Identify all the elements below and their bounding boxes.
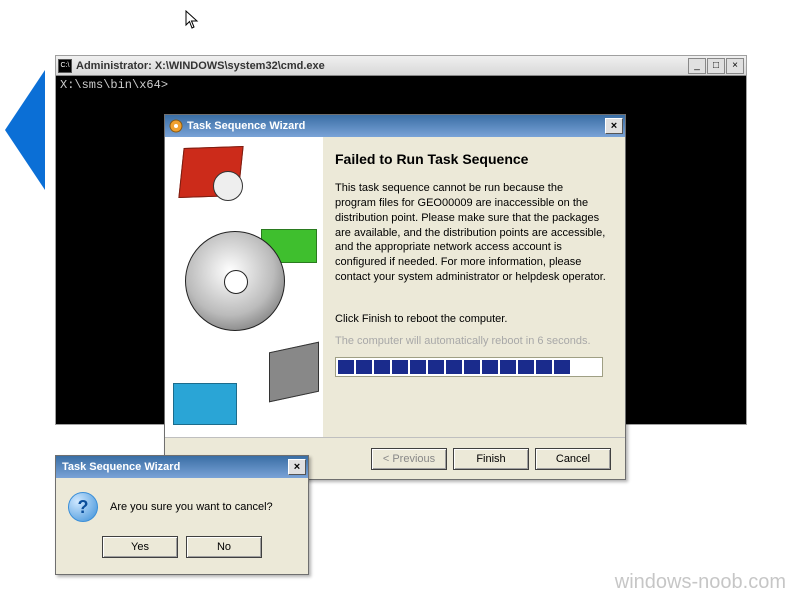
cmd-titlebar[interactable]: C:\ Administrator: X:\WINDOWS\system32\c… — [56, 56, 746, 76]
disc-icon — [185, 231, 285, 331]
wizard-close-button[interactable]: × — [605, 118, 623, 134]
finish-button[interactable]: Finish — [453, 448, 529, 470]
confirm-message: Are you sure you want to cancel? — [110, 501, 273, 513]
wizard-heading: Failed to Run Task Sequence — [335, 151, 607, 167]
mouse-cursor — [185, 10, 199, 30]
wizard-icon — [169, 119, 183, 133]
graphic-box — [269, 342, 319, 403]
confirm-title: Task Sequence Wizard — [62, 461, 288, 473]
wizard-titlebar[interactable]: Task Sequence Wizard × — [165, 115, 625, 137]
confirm-dialog: Task Sequence Wizard × ? Are you sure yo… — [55, 455, 309, 575]
wizard-content: Failed to Run Task Sequence This task se… — [323, 137, 625, 437]
confirm-close-button[interactable]: × — [288, 459, 306, 475]
maximize-button[interactable]: □ — [707, 58, 725, 74]
wizard-graphic-panel — [165, 137, 323, 437]
cmd-body[interactable]: X:\sms\bin\x64> — [56, 76, 746, 94]
wizard-countdown: The computer will automatically reboot i… — [335, 335, 607, 347]
cmd-prompt: X:\sms\bin\x64> — [60, 78, 168, 92]
bg-decorative-arrow — [5, 70, 45, 190]
no-button[interactable]: No — [186, 536, 262, 558]
graphic-small-disc — [213, 171, 243, 201]
yes-button[interactable]: Yes — [102, 536, 178, 558]
progress-bar — [335, 357, 603, 377]
watermark: windows-noob.com — [615, 571, 786, 594]
cmd-icon: C:\ — [58, 59, 72, 73]
wizard-title: Task Sequence Wizard — [187, 120, 605, 132]
previous-button: < Previous — [371, 448, 447, 470]
wizard-finish-text: Click Finish to reboot the computer. — [335, 313, 607, 325]
minimize-button[interactable]: _ — [688, 58, 706, 74]
close-button[interactable]: × — [726, 58, 744, 74]
confirm-titlebar[interactable]: Task Sequence Wizard × — [56, 456, 308, 478]
graphic-blue-block — [173, 383, 237, 425]
wizard-body-text: This task sequence cannot be run because… — [335, 181, 607, 285]
question-icon: ? — [68, 492, 98, 522]
task-sequence-wizard: Task Sequence Wizard × Failed to Run Tas… — [164, 114, 626, 480]
cmd-title: Administrator: X:\WINDOWS\system32\cmd.e… — [76, 60, 688, 72]
cancel-button[interactable]: Cancel — [535, 448, 611, 470]
